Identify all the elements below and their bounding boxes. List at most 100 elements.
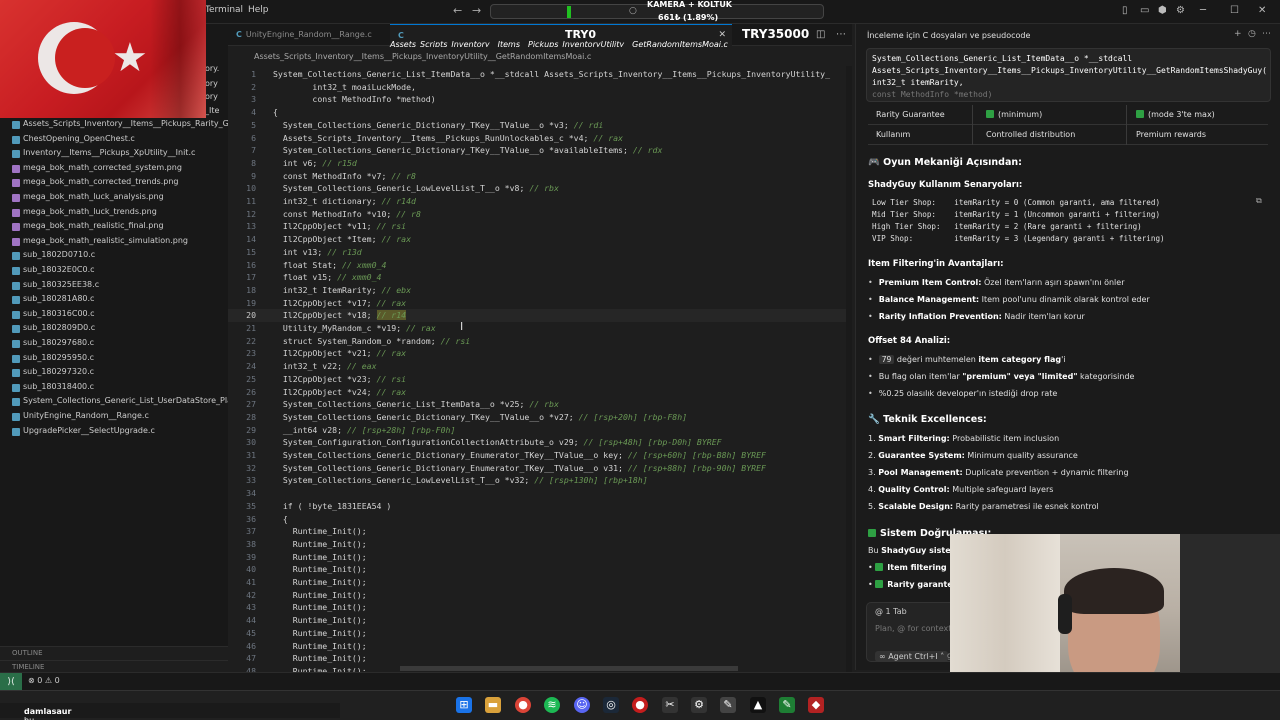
code-line: 47 Runtime_Init(); xyxy=(228,652,852,665)
file-type-icon xyxy=(12,281,20,290)
file-explorer-icon[interactable]: ▬ xyxy=(485,697,501,713)
shield-icon[interactable]: ⬢ xyxy=(1158,5,1167,16)
code-statement: int v13; xyxy=(273,246,328,257)
remote-icon[interactable]: ⟩⟨ xyxy=(0,673,22,691)
file-item[interactable]: sub_180318400.c xyxy=(0,381,228,395)
steam-icon[interactable]: ◎ xyxy=(603,697,619,713)
file-item[interactable]: sub_180325EE38.c xyxy=(0,279,228,293)
snipping-icon[interactable]: ✎ xyxy=(720,697,736,713)
file-item[interactable]: sub_1802D0710.c xyxy=(0,249,228,263)
menu-help[interactable]: Help xyxy=(248,5,269,15)
line-number: 14 xyxy=(246,234,256,245)
menu-terminal[interactable]: Terminal xyxy=(205,5,243,15)
line-number: 47 xyxy=(246,653,256,664)
file-item[interactable]: sub_180316C00.c xyxy=(0,308,228,322)
toggle-sidebar-icon[interactable]: ▯ xyxy=(1122,5,1128,16)
spotify-icon[interactable]: ≋ xyxy=(544,697,560,713)
editor-scrollbar[interactable] xyxy=(846,66,852,672)
tab-random-range[interactable]: C UnityEngine_Random__Range.c xyxy=(228,24,388,46)
game-icon[interactable]: ◆ xyxy=(808,697,824,713)
file-item[interactable]: mega_bok_math_luck_analysis.png xyxy=(0,191,228,205)
list-item: • Item filtering il xyxy=(868,563,955,572)
code-block-line: Mid Tier Shop: itemRarity = 1 (Uncommon … xyxy=(872,210,1161,219)
file-label: System_Collections_Generic_List_UserData… xyxy=(23,396,228,406)
settings-icon[interactable]: ⚙ xyxy=(1176,5,1185,16)
line-number: 15 xyxy=(246,246,256,257)
line-number: 13 xyxy=(246,221,256,232)
code-text: Il2CppObject *Item; // rax xyxy=(273,233,411,246)
forward-arrow-icon[interactable]: → xyxy=(472,4,481,17)
code-text: Runtime_Init(); xyxy=(273,665,367,672)
file-item[interactable]: UpgradePicker__SelectUpgrade.c xyxy=(0,425,228,439)
windows-start-icon[interactable]: ⊞ xyxy=(456,697,472,713)
file-item[interactable]: sub_1802809D0.c xyxy=(0,322,228,336)
streamer-hair xyxy=(1064,568,1164,614)
file-item[interactable]: sub_180297320.c xyxy=(0,366,228,380)
truncated-item[interactable]: ory. xyxy=(205,64,219,73)
more-actions-icon[interactable]: ⋯ xyxy=(836,29,846,40)
close-icon[interactable]: ✕ xyxy=(1258,5,1266,16)
file-item[interactable]: mega_bok_math_realistic_final.png xyxy=(0,220,228,234)
tab-get-random-items-moai[interactable]: CAssets_Scripts_Inventory__Items__Pickup… xyxy=(390,24,732,49)
file-item[interactable]: ChestOpening_OpenChest.c xyxy=(0,133,228,147)
context-chip[interactable]: @ 1 Tab xyxy=(875,607,907,616)
horizontal-scrollbar[interactable] xyxy=(400,666,738,671)
bullet-bold: Balance Management: xyxy=(878,295,980,304)
cursor-app-icon[interactable]: ▲ xyxy=(750,697,766,713)
code-text: struct System_Random_o *random; // rsi xyxy=(273,335,470,348)
bullet-bold: "premium" veya "limited" xyxy=(962,372,1078,381)
settings-app-icon[interactable]: ⚙ xyxy=(691,697,707,713)
history-icon[interactable]: ◷ xyxy=(1248,29,1256,39)
file-item[interactable]: Inventory__Items__Pickups_XpUtility__Ini… xyxy=(0,147,228,161)
file-item[interactable]: sub_180295950.c xyxy=(0,352,228,366)
obs-icon[interactable]: ● xyxy=(632,697,648,713)
back-arrow-icon[interactable]: ← xyxy=(453,4,462,17)
file-item[interactable]: sub_18032E0C0.c xyxy=(0,264,228,278)
code-comment: // rax xyxy=(593,132,623,143)
file-item[interactable]: mega_bok_math_corrected_system.png xyxy=(0,162,228,176)
file-item[interactable]: System_Collections_Generic_List_UserData… xyxy=(0,395,228,409)
capcut-icon[interactable]: ✂ xyxy=(662,697,678,713)
file-type-icon xyxy=(12,121,20,129)
new-chat-icon[interactable]: + xyxy=(1234,29,1242,39)
file-item[interactable]: Assets_Scripts_Inventory__Items__Pickups… xyxy=(0,118,228,132)
file-label: mega_bok_math_realistic_final.png xyxy=(23,221,164,231)
problems-count[interactable]: ⊗ 0 ⚠ 0 xyxy=(28,676,60,685)
code-block-line: Low Tier Shop: itemRarity = 0 (Common ga… xyxy=(872,198,1161,207)
breadcrumb-file[interactable]: Assets_Scripts_Inventory__Items__Pickups… xyxy=(254,52,591,61)
file-item[interactable]: sub_180281A80.c xyxy=(0,293,228,307)
file-item[interactable]: mega_bok_math_luck_trends.png xyxy=(0,206,228,220)
bold-text: Quality Control: xyxy=(878,485,950,494)
discord-icon[interactable]: ☺ xyxy=(574,697,590,713)
file-label: mega_bok_math_luck_trends.png xyxy=(23,206,157,216)
toggle-panel-icon[interactable]: ▭ xyxy=(1140,5,1149,16)
file-item[interactable]: UnityEngine_Random__Range.c xyxy=(0,410,228,424)
line-number: 28 xyxy=(246,411,256,422)
chrome-icon[interactable]: ● xyxy=(515,697,531,713)
code-text: const MethodInfo *v7; // r8 xyxy=(273,170,416,183)
close-tab-icon[interactable]: ✕ xyxy=(718,30,726,40)
agent-mode-selector[interactable]: ∞ Agent Ctrl+I ˄ xyxy=(875,651,949,662)
code-statement: Il2CppObject *Item; xyxy=(273,234,382,245)
file-type-icon xyxy=(12,354,20,363)
file-item[interactable]: mega_bok_math_realistic_simulation.png xyxy=(0,235,228,249)
maximize-icon[interactable]: ☐ xyxy=(1230,5,1239,16)
notepad-icon[interactable]: ✎ xyxy=(779,697,795,713)
code-text: if ( !byte_1831EEA54 ) xyxy=(273,500,391,513)
copy-icon[interactable]: ⧉ xyxy=(1256,196,1262,206)
more-icon[interactable]: ⋯ xyxy=(1262,29,1271,39)
truncated-item[interactable]: ory xyxy=(205,79,218,88)
outline-section[interactable]: OUTLINE xyxy=(0,646,228,660)
check-icon xyxy=(1136,110,1144,118)
code-editor[interactable]: 1 System_Collections_Generic_List_ItemDat… xyxy=(228,66,852,672)
truncated-item[interactable]: ory xyxy=(205,92,218,101)
split-editor-icon[interactable]: ◫ xyxy=(816,29,825,40)
file-item[interactable]: mega_bok_math_corrected_trends.png xyxy=(0,176,228,190)
file-item[interactable]: sub_180297680.c xyxy=(0,337,228,351)
code-comment: // rax xyxy=(406,323,436,333)
code-text: System_Collections_Generic_List_ItemData… xyxy=(273,398,559,411)
truncated-item[interactable]: _Ite xyxy=(205,106,219,115)
code-text: int32_t dictionary; // r14d xyxy=(273,195,416,208)
minimize-icon[interactable]: ─ xyxy=(1200,5,1206,16)
line-number: 21 xyxy=(246,323,256,333)
